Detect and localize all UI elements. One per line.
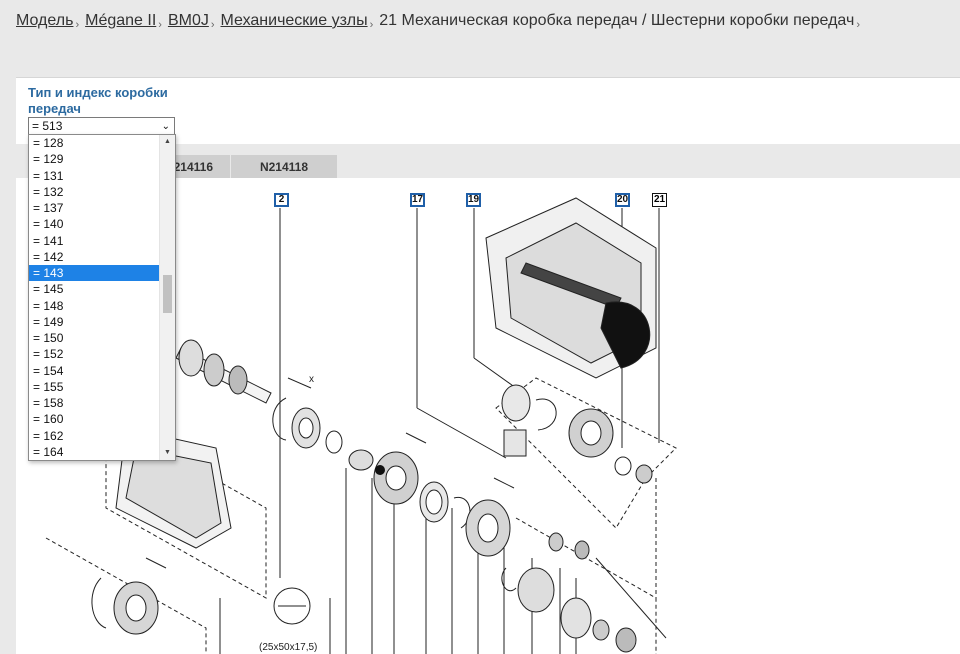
option-162[interactable]: = 162 [29,428,159,444]
option-132[interactable]: = 132 [29,184,159,200]
position-marker [375,465,385,475]
option-128[interactable]: = 128 [29,135,159,151]
scrollbar-thumb[interactable] [163,275,172,313]
bearing-dimension-label: (25x50x17,5) [259,642,318,653]
gearbox-type-label: Тип и индекс коробки передач [28,85,168,116]
breadcrumb-link-model[interactable]: Модель [16,12,73,29]
breadcrumb-current: 21 Механическая коробка передач / Шестер… [379,12,855,29]
breadcrumb: Модель › Mégane II › BM0J › Механические узлы ›… [16,12,866,31]
callout-20[interactable]: 20 [615,193,630,207]
option-140[interactable]: = 140 [29,216,159,232]
dimension-axis-mark: x [309,374,314,385]
option-152[interactable]: = 152 [29,346,159,362]
callout-19[interactable]: 19 [466,193,481,207]
breadcrumb-link-mechanical[interactable]: Механические узлы [221,12,368,29]
option-148[interactable]: = 148 [29,298,159,314]
options-scrollbar[interactable]: ▲ ▼ [159,135,175,460]
gearbox-type-selected-value: = 513 [32,119,63,133]
gearbox-type-options-list[interactable]: = 128 = 129 = 131 = 132 = 137 = 140 = 14… [28,134,176,461]
breadcrumb-separator-icon: › [158,19,162,31]
callout-2[interactable]: 2 [274,193,289,207]
breadcrumb-link-megane[interactable]: Mégane II [85,12,156,29]
option-137[interactable]: = 137 [29,200,159,216]
option-131[interactable]: = 131 [29,168,159,184]
chevron-down-icon: ⌄ [161,121,170,132]
option-145[interactable]: = 145 [29,281,159,297]
option-158[interactable]: = 158 [29,395,159,411]
option-150[interactable]: = 150 [29,330,159,346]
breadcrumb-separator-icon: › [75,19,80,31]
option-154[interactable]: = 154 [29,363,159,379]
breadcrumb-separator-icon: › [210,19,215,31]
breadcrumb-link-bm0j[interactable]: BM0J [168,12,209,29]
breadcrumb-separator-icon: › [369,19,374,31]
option-149[interactable]: = 149 [29,314,159,330]
scroll-down-arrow-icon[interactable]: ▼ [160,446,175,460]
callout-17[interactable]: 17 [410,193,425,207]
option-155[interactable]: = 155 [29,379,159,395]
option-129[interactable]: = 129 [29,151,159,167]
option-164[interactable]: = 164 [29,444,159,460]
callout-21[interactable]: 21 [652,193,667,207]
option-160[interactable]: = 160 [29,411,159,427]
tab-n214118[interactable]: N214118 [230,155,337,179]
option-141[interactable]: = 141 [29,233,159,249]
scroll-up-arrow-icon[interactable]: ▲ [160,135,175,149]
option-143[interactable]: = 143 [29,265,159,282]
breadcrumb-separator-icon: › [856,19,860,31]
option-142[interactable]: = 142 [29,249,159,265]
